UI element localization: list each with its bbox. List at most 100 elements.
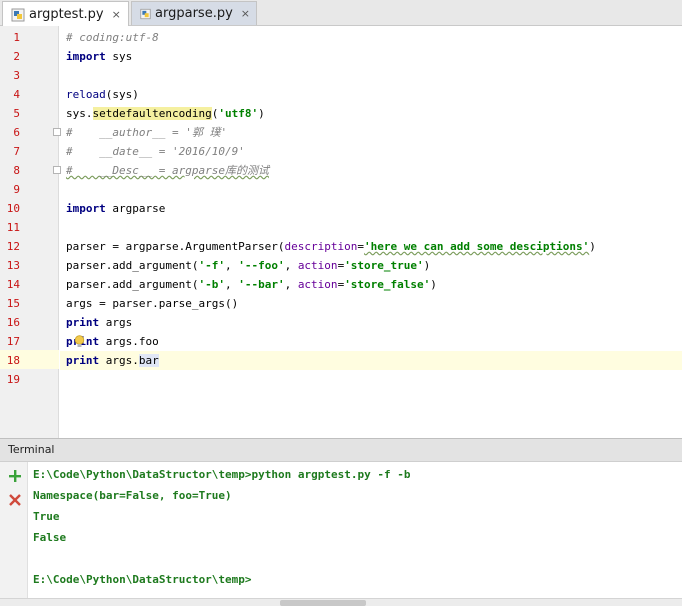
keyword: import xyxy=(66,202,106,215)
line-number: 11 xyxy=(6,221,20,234)
comment: # __author__ = '郭 璞' xyxy=(66,126,228,139)
close-icon[interactable] xyxy=(8,493,22,507)
string-literal: '--bar' xyxy=(238,278,285,291)
tab-argptest[interactable]: argptest.py × xyxy=(2,1,129,27)
line-number: 2 xyxy=(13,50,20,63)
plus-icon[interactable] xyxy=(8,469,22,483)
terminal-header: Terminal xyxy=(0,438,682,462)
code-line-18[interactable]: print args.bar xyxy=(60,351,682,370)
string-literal: 'store_false' xyxy=(344,278,431,291)
code-text: , xyxy=(284,278,298,291)
terminal-output[interactable]: E:\Code\Python\DataStructor\temp>python … xyxy=(28,462,682,598)
line-number: 9 xyxy=(13,183,20,196)
line-number: 16 xyxy=(6,316,20,329)
tab-label: argparse.py xyxy=(155,6,233,21)
code-line-8[interactable]: # __Desc__ = argparse库的测试 xyxy=(60,161,682,180)
warning-highlight: setdefaultencoding xyxy=(92,107,212,120)
code-text: , xyxy=(224,278,239,291)
string-literal: 'store_true' xyxy=(344,259,424,272)
comment: # __date__ = '2016/10/9' xyxy=(66,145,245,158)
close-tab-icon[interactable]: × xyxy=(112,8,121,21)
tab-label: argptest.py xyxy=(29,7,104,22)
code-line-10[interactable]: import argparse xyxy=(60,199,682,218)
tab-argparse[interactable]: argparse.py × xyxy=(131,1,257,25)
line-number: 8 xyxy=(13,164,20,177)
code-text: , xyxy=(224,259,239,272)
line-number: 6 xyxy=(13,126,20,139)
code-text: argparse xyxy=(105,202,166,215)
code-text: parser = argparse.ArgumentParser( xyxy=(66,240,285,253)
code-text: parser.add_argument( xyxy=(66,278,199,291)
string-literal: 'utf8' xyxy=(218,107,259,120)
close-tab-icon[interactable]: × xyxy=(241,7,250,20)
code-editor[interactable]: 1 2 3 4 5 6 7 8 9 10 11 12 13 14 15 16 1… xyxy=(0,26,682,438)
parameter-name: action xyxy=(297,278,338,291)
terminal-toolbar xyxy=(0,462,28,598)
string-literal: '-b' xyxy=(198,278,225,291)
terminal-line: E:\Code\Python\DataStructor\temp> xyxy=(33,573,252,586)
line-number: 18 xyxy=(6,354,20,367)
horizontal-scrollbar[interactable] xyxy=(0,598,682,606)
code-line-1[interactable]: # coding:utf-8 xyxy=(60,28,682,47)
terminal-title: Terminal xyxy=(8,443,55,456)
code-text: ) xyxy=(589,240,596,253)
lightbulb-icon[interactable] xyxy=(74,335,85,348)
code-line-14[interactable]: parser.add_argument('-b', '--bar', actio… xyxy=(60,275,682,294)
code-line-16[interactable]: print args xyxy=(60,313,682,332)
code-line-5[interactable]: sys.setdefaultencoding('utf8') xyxy=(60,104,682,123)
string-literal: '-f' xyxy=(198,259,225,272)
python-file-icon xyxy=(11,8,25,21)
line-number: 17 xyxy=(6,335,20,348)
code-text: sys. xyxy=(66,107,93,120)
builtin-function: reload xyxy=(66,88,106,101)
code-text: args.foo xyxy=(99,335,159,348)
code-line-2[interactable]: import sys xyxy=(60,47,682,66)
comment: # __Desc__ = argparse库的测试 xyxy=(66,164,269,177)
code-text: args xyxy=(99,316,133,329)
scrollbar-thumb[interactable] xyxy=(280,600,366,606)
code-line-13[interactable]: parser.add_argument('-f', '--foo', actio… xyxy=(60,256,682,275)
line-number: 5 xyxy=(13,107,20,120)
terminal-line: Namespace(bar=False, foo=True) xyxy=(33,489,232,502)
line-number: 12 xyxy=(6,240,20,253)
keyword: print xyxy=(66,316,100,329)
line-number: 19 xyxy=(6,373,20,386)
keyword: print xyxy=(66,354,100,367)
python-file-icon xyxy=(140,8,151,19)
line-number: 13 xyxy=(6,259,20,272)
code-text: ) xyxy=(258,107,265,120)
code-text: args. xyxy=(99,354,139,367)
line-number: 4 xyxy=(13,88,20,101)
code-text: , xyxy=(284,259,298,272)
comment: # coding:utf-8 xyxy=(66,31,159,44)
code-text: (sys) xyxy=(105,88,139,101)
code-text: ) xyxy=(430,278,437,291)
line-number: 10 xyxy=(6,202,20,215)
terminal-line: E:\Code\Python\DataStructor\temp>python … xyxy=(33,468,411,481)
line-number: 14 xyxy=(6,278,20,291)
code-text: sys xyxy=(105,50,133,63)
line-number: 3 xyxy=(13,69,20,82)
parameter-name: action xyxy=(297,259,338,272)
code-line-17[interactable]: print args.foo xyxy=(60,332,682,351)
string-literal: 'here we can add some desciptions' xyxy=(364,240,590,253)
code-line-15[interactable]: args = parser.parse_args() xyxy=(60,294,682,313)
code-line-12[interactable]: parser = argparse.ArgumentParser(descrip… xyxy=(60,237,682,256)
code-text: parser.add_argument( xyxy=(66,259,199,272)
code-line-6[interactable]: # __author__ = '郭 璞' xyxy=(60,123,682,142)
code-line-7[interactable]: # __date__ = '2016/10/9' xyxy=(60,142,682,161)
line-number-gutter: 1 2 3 4 5 6 7 8 9 10 11 12 13 14 15 16 1… xyxy=(0,26,61,438)
keyword: import xyxy=(66,50,106,63)
editor-tab-bar: argptest.py × argparse.py × xyxy=(0,0,682,27)
string-literal: '--foo' xyxy=(238,259,285,272)
line-number: 1 xyxy=(13,31,20,44)
selected-identifier: bar xyxy=(138,354,159,367)
parameter-name: description xyxy=(284,240,358,253)
line-number: 15 xyxy=(6,297,20,310)
terminal-line: False xyxy=(33,531,67,544)
code-text: args = parser.parse_args() xyxy=(66,297,239,310)
code-text: ) xyxy=(423,259,431,272)
terminal-line: True xyxy=(33,510,60,523)
code-line-4[interactable]: reload(sys) xyxy=(60,85,682,104)
line-number: 7 xyxy=(13,145,20,158)
